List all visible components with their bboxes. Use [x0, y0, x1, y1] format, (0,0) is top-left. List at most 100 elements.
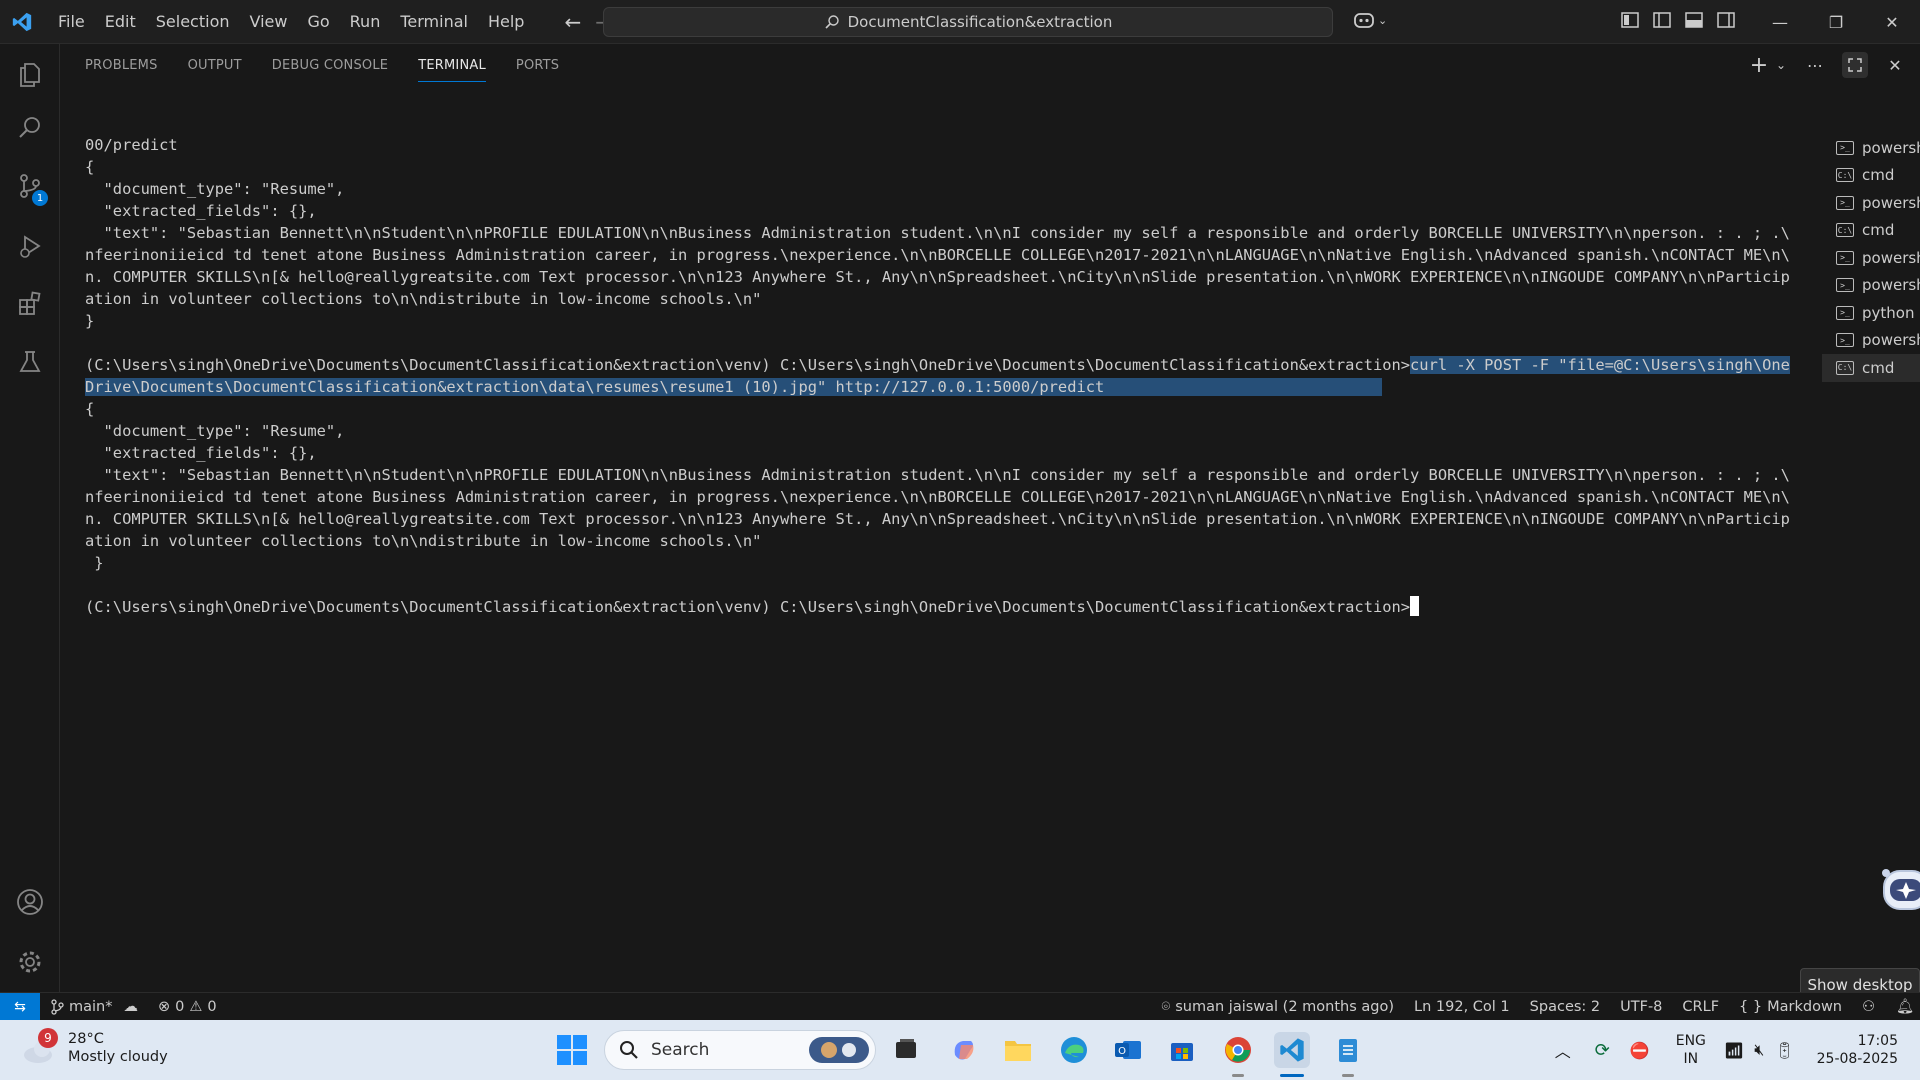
toggle-secondary-sidebar-icon[interactable] [1716, 10, 1736, 30]
restore-icon[interactable]: ❐ [1808, 0, 1864, 44]
terminal-line: nfeerinoniieicd td tenet atone Business … [85, 486, 1790, 508]
terminal-line: (C:\Users\singh\OneDrive\Documents\Docum… [85, 354, 1790, 376]
terminal-list-item[interactable]: >_ python [1822, 299, 1920, 327]
task-view-icon[interactable] [888, 1032, 924, 1068]
sync-status-icon[interactable]: ⟳ [1595, 1040, 1610, 1061]
vscode-app-icon[interactable] [1274, 1032, 1310, 1068]
tab-debug-console[interactable]: DEBUG CONSOLE [272, 44, 388, 88]
menu-help[interactable]: Help [478, 0, 534, 44]
accounts-icon[interactable] [0, 876, 60, 928]
end-of-line[interactable]: CRLF [1672, 999, 1729, 1015]
terminal-output[interactable]: 00/predict { "document_type": "Resume", "… [60, 88, 1790, 992]
source-control-icon[interactable]: 1 [0, 160, 60, 212]
show-hidden-icons-chevron-icon[interactable]: ︿ [1555, 1038, 1571, 1062]
close-panel-icon[interactable]: ✕ [1882, 52, 1908, 78]
language-mode[interactable]: { } Markdown [1729, 999, 1852, 1015]
language-region: IN [1683, 1051, 1699, 1067]
terminal-list-item[interactable]: C:\ cmd [1822, 162, 1920, 190]
tab-output[interactable]: OUTPUT [188, 44, 242, 88]
new-terminal-plus-icon[interactable]: + [1746, 52, 1772, 78]
copilot-mascot-icon[interactable] [1876, 861, 1920, 917]
chrome-browser-icon[interactable] [1220, 1032, 1256, 1068]
manage-gear-icon[interactable] [0, 936, 60, 988]
terminal-list-item[interactable]: >_ powershell [1822, 134, 1920, 162]
copilot-menu[interactable]: ⌄ [1352, 10, 1387, 30]
run-debug-icon[interactable] [0, 220, 60, 272]
clock[interactable]: 17:05 25-08-2025 [1817, 1032, 1898, 1068]
menu-selection[interactable]: Selection [146, 0, 240, 44]
tab-problems[interactable]: PROBLEMS [85, 44, 158, 88]
terminal-line-text: "text": "Sebastian Bennett\n\nStudent\n\… [85, 466, 1790, 484]
extensions-icon[interactable] [0, 278, 60, 330]
back-arrow-icon[interactable]: ← [564, 10, 581, 34]
git-blame[interactable]: ⌾ suman jaiswal (2 months ago) [1152, 999, 1404, 1015]
terminal-line: "extracted_fields": {}, [85, 442, 1743, 464]
launch-profile-chevron-icon[interactable]: ⌄ [1774, 52, 1788, 78]
outlook-icon[interactable]: O [1110, 1032, 1146, 1068]
sync-icon[interactable]: ☁ [123, 999, 138, 1015]
encoding[interactable]: UTF-8 [1610, 999, 1672, 1015]
terminal-list-item[interactable]: >_ powershell [1822, 327, 1920, 355]
maximize-panel-icon[interactable] [1842, 52, 1868, 78]
terminal-list-label: cmd [1862, 358, 1895, 377]
terminal-line-text: (C:\Users\singh\OneDrive\Documents\Docum… [85, 598, 1411, 616]
input-language[interactable]: ENG IN [1676, 1032, 1706, 1068]
menu-run[interactable]: Run [340, 0, 391, 44]
windows-start-icon[interactable] [556, 1034, 588, 1066]
battery-icon[interactable]: 🔋︎ [1774, 1041, 1794, 1060]
notepad-icon[interactable] [1330, 1032, 1366, 1068]
volume-muted-icon[interactable]: 🔇︎ [1754, 1040, 1764, 1060]
error-icon: ⊗ [157, 998, 171, 1015]
edge-browser-icon[interactable] [1056, 1032, 1092, 1068]
chrome-running-indicator [1232, 1074, 1244, 1077]
terminal-list-label: powershell [1862, 193, 1920, 212]
clock-date: 25-08-2025 [1816, 1051, 1898, 1067]
command-center-search[interactable]: DocumentClassification&extraction [603, 7, 1333, 37]
branch-indicator[interactable]: main* ☁ [40, 999, 148, 1015]
menu-terminal[interactable]: Terminal [390, 0, 478, 44]
minimize-icon[interactable]: — [1752, 0, 1808, 44]
microsoft-store-icon[interactable] [1164, 1032, 1200, 1068]
terminal-line: "extracted_fields": {}, [85, 200, 1743, 222]
menu-file[interactable]: File [48, 0, 95, 44]
close-icon[interactable]: ✕ [1864, 0, 1920, 44]
tab-ports[interactable]: PORTS [516, 44, 559, 88]
terminal-list-item[interactable]: >_ powershell [1822, 189, 1920, 217]
toggle-primary-sidebar-icon[interactable] [1652, 10, 1672, 30]
toggle-panel-icon[interactable] [1684, 10, 1704, 30]
weather-widget[interactable]: 9 28°C Mostly cloudy [20, 1028, 168, 1068]
terminal-list-item[interactable]: C:\ cmd [1822, 354, 1920, 382]
terminal-list-label: powershell [1862, 248, 1920, 267]
file-explorer-icon[interactable] [1000, 1032, 1036, 1068]
more-actions-icon[interactable]: ⋯ [1802, 52, 1828, 78]
menu-edit[interactable]: Edit [95, 0, 146, 44]
security-alert-icon[interactable]: ⛔ [1630, 1041, 1650, 1060]
svg-text:O: O [1118, 1046, 1126, 1057]
cursor-position[interactable]: Ln 192, Col 1 [1404, 999, 1520, 1015]
indentation[interactable]: Spaces: 2 [1520, 999, 1610, 1015]
source-control-badge: 1 [32, 190, 48, 206]
tab-terminal[interactable]: TERMINAL [418, 44, 486, 88]
explorer-icon[interactable] [0, 48, 60, 100]
terminal-line-text: "text": "Sebastian Bennett\n\nStudent\n\… [85, 224, 1790, 242]
terminal-list-item[interactable]: >_ powershell [1822, 244, 1920, 272]
copilot-app-icon[interactable] [946, 1032, 982, 1068]
remote-indicator-icon[interactable]: ⇆ [0, 992, 40, 1021]
search-label: Search [651, 1040, 710, 1060]
search-icon[interactable] [0, 102, 60, 154]
wifi-icon[interactable]: 📶︎ [1724, 1041, 1744, 1060]
terminal-list-item[interactable]: >_ powershell [1822, 272, 1920, 300]
terminal-line: } [85, 310, 1743, 332]
terminal-list-item[interactable]: C:\ cmd [1822, 217, 1920, 245]
powershell-icon: >_ [1836, 278, 1854, 293]
problems-indicator[interactable]: ⊗ 0 ⚠ 0 [148, 999, 227, 1015]
notifications-bell-icon[interactable]: 🔔︎ [1886, 998, 1920, 1015]
menu-view[interactable]: View [240, 0, 298, 44]
taskbar-search[interactable]: Search [604, 1030, 876, 1070]
customize-layout-icon[interactable] [1620, 10, 1640, 30]
copilot-status-icon[interactable]: ⚇ [1852, 999, 1886, 1015]
menu-go[interactable]: Go [297, 0, 339, 44]
testing-icon[interactable] [0, 336, 60, 388]
